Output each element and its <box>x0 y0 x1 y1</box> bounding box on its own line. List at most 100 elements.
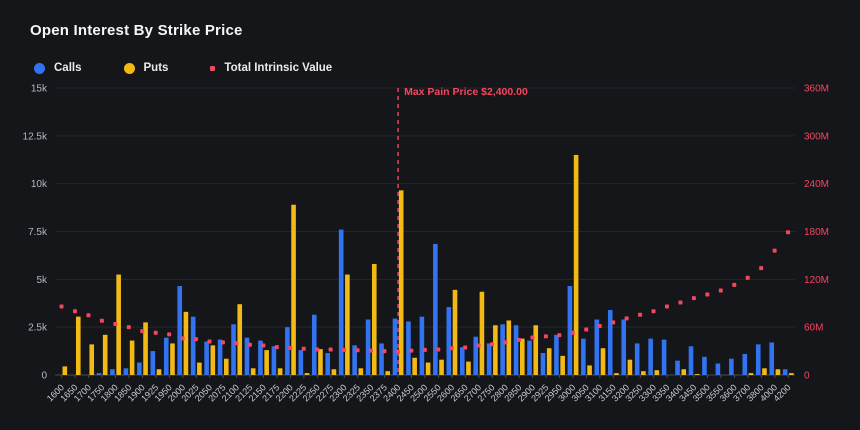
tiv-point[interactable] <box>638 313 642 317</box>
chart-canvas[interactable]: 02.5k5k7.5k10k12.5k15k060M120M180M240M30… <box>0 0 860 430</box>
puts-bar[interactable] <box>695 374 700 375</box>
tiv-point[interactable] <box>436 347 440 351</box>
calls-bar[interactable] <box>420 317 425 375</box>
tiv-point[interactable] <box>530 336 534 340</box>
calls-bar[interactable] <box>689 346 694 375</box>
tiv-point[interactable] <box>773 249 777 253</box>
calls-bar[interactable] <box>177 286 182 375</box>
puts-bar[interactable] <box>224 359 229 375</box>
puts-bar[interactable] <box>103 335 108 375</box>
tiv-point[interactable] <box>127 325 131 329</box>
puts-bar[interactable] <box>412 358 417 375</box>
calls-bar[interactable] <box>635 343 640 375</box>
tiv-point[interactable] <box>504 340 508 344</box>
tiv-point[interactable] <box>705 292 709 296</box>
calls-bar[interactable] <box>621 320 626 375</box>
calls-bar[interactable] <box>339 230 344 375</box>
tiv-point[interactable] <box>73 309 77 313</box>
puts-bar[interactable] <box>789 373 794 375</box>
puts-bar[interactable] <box>278 368 283 375</box>
tiv-point[interactable] <box>557 333 561 337</box>
calls-bar[interactable] <box>702 357 707 375</box>
tiv-point[interactable] <box>584 328 588 332</box>
calls-bar[interactable] <box>406 321 411 375</box>
tiv-point[interactable] <box>248 343 252 347</box>
puts-bar[interactable] <box>157 369 162 375</box>
tiv-point[interactable] <box>194 337 198 341</box>
tiv-point[interactable] <box>234 341 238 345</box>
tiv-point[interactable] <box>477 344 481 348</box>
tiv-point[interactable] <box>167 332 171 336</box>
puts-bar[interactable] <box>237 304 242 375</box>
puts-bar[interactable] <box>211 345 216 375</box>
tiv-point[interactable] <box>261 344 265 348</box>
calls-bar[interactable] <box>554 335 559 375</box>
tiv-point[interactable] <box>154 331 158 335</box>
puts-bar[interactable] <box>493 325 498 375</box>
puts-bar[interactable] <box>601 348 606 375</box>
calls-bar[interactable] <box>756 344 761 375</box>
tiv-point[interactable] <box>423 348 427 352</box>
tiv-point[interactable] <box>517 338 521 342</box>
puts-bar[interactable] <box>359 368 364 375</box>
puts-bar[interactable] <box>533 325 538 375</box>
puts-bar[interactable] <box>776 369 781 375</box>
puts-bar[interactable] <box>520 339 525 375</box>
puts-bar[interactable] <box>170 343 175 375</box>
puts-bar[interactable] <box>547 348 552 375</box>
puts-bar[interactable] <box>614 373 619 375</box>
puts-bar[interactable] <box>574 155 579 375</box>
tiv-point[interactable] <box>759 266 763 270</box>
puts-bar[interactable] <box>560 356 565 375</box>
calls-bar[interactable] <box>743 354 748 375</box>
puts-bar[interactable] <box>655 370 660 375</box>
calls-bar[interactable] <box>124 368 129 375</box>
tiv-point[interactable] <box>490 342 494 346</box>
calls-bar[interactable] <box>433 244 438 375</box>
calls-bar[interactable] <box>285 327 290 375</box>
puts-bar[interactable] <box>681 369 686 375</box>
calls-bar[interactable] <box>581 339 586 375</box>
tiv-point[interactable] <box>692 296 696 300</box>
tiv-point[interactable] <box>450 346 454 350</box>
puts-bar[interactable] <box>332 369 337 375</box>
tiv-point[interactable] <box>140 329 144 333</box>
calls-bar[interactable] <box>393 319 398 375</box>
puts-bar[interactable] <box>453 290 458 375</box>
puts-bar[interactable] <box>426 363 431 375</box>
tiv-point[interactable] <box>181 336 185 340</box>
tiv-point[interactable] <box>625 316 629 320</box>
calls-bar[interactable] <box>164 338 169 375</box>
tiv-point[interactable] <box>611 320 615 324</box>
puts-bar[interactable] <box>305 373 310 375</box>
puts-bar[interactable] <box>466 362 471 375</box>
tiv-point[interactable] <box>208 340 212 344</box>
calls-bar[interactable] <box>366 320 371 375</box>
calls-bar[interactable] <box>648 339 653 375</box>
calls-bar[interactable] <box>97 373 102 375</box>
puts-bars[interactable] <box>63 155 794 375</box>
puts-bar[interactable] <box>264 350 269 375</box>
calls-bars[interactable] <box>97 230 788 375</box>
calls-bar[interactable] <box>662 340 667 375</box>
puts-bar[interactable] <box>130 341 135 375</box>
calls-bar[interactable] <box>514 325 519 375</box>
calls-bar[interactable] <box>675 361 680 375</box>
tiv-point[interactable] <box>463 345 467 349</box>
puts-bar[interactable] <box>251 368 256 375</box>
puts-bar[interactable] <box>385 371 390 375</box>
tiv-point[interactable] <box>652 309 656 313</box>
tiv-point[interactable] <box>786 230 790 234</box>
calls-bar[interactable] <box>110 369 115 375</box>
calls-bar[interactable] <box>325 353 330 375</box>
calls-bar[interactable] <box>379 343 384 375</box>
calls-bar[interactable] <box>500 324 505 375</box>
calls-bar[interactable] <box>541 353 546 375</box>
puts-bar[interactable] <box>628 360 633 375</box>
calls-bar[interactable] <box>608 310 613 375</box>
tiv-point[interactable] <box>356 348 360 352</box>
calls-bar[interactable] <box>729 359 734 375</box>
tiv-point[interactable] <box>288 346 292 350</box>
tiv-point[interactable] <box>732 283 736 287</box>
calls-bar[interactable] <box>769 342 774 375</box>
